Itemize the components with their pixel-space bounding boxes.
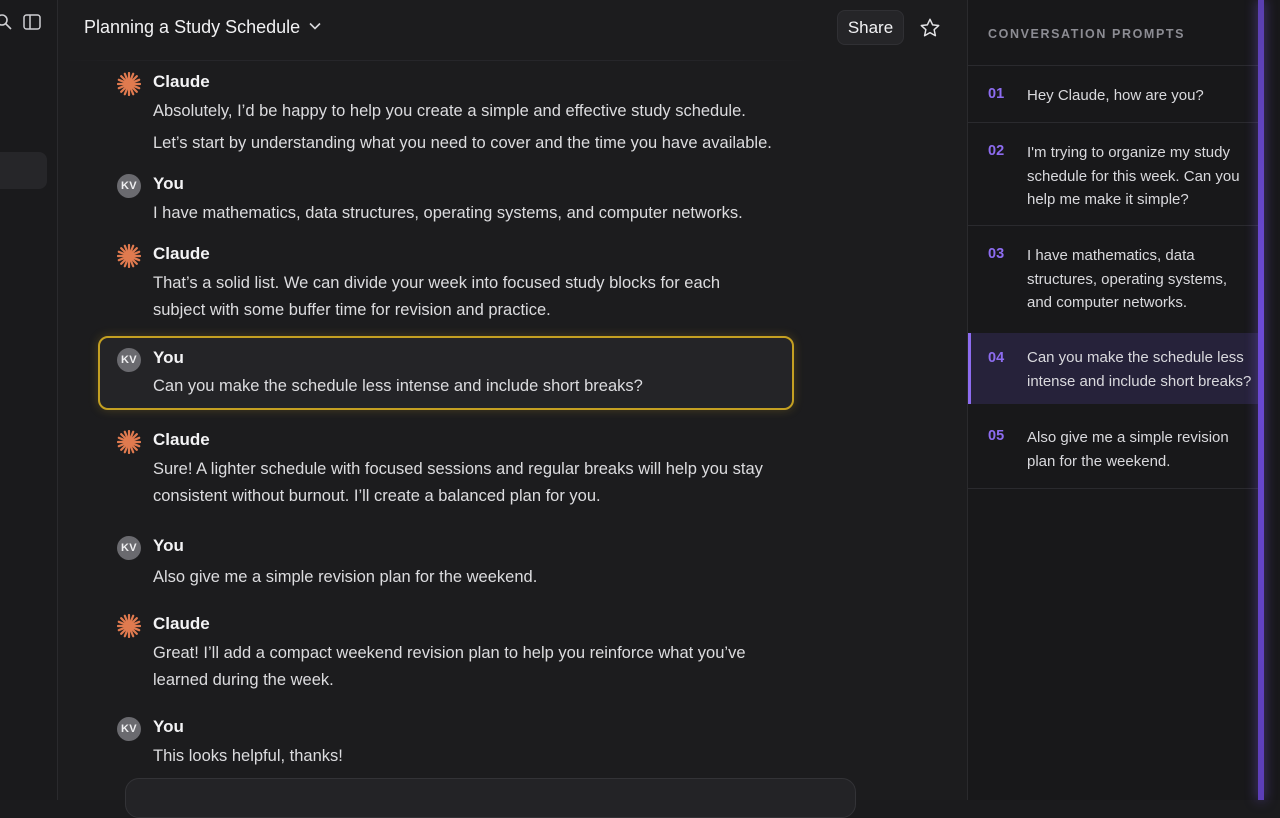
user-avatar: KV: [117, 348, 141, 372]
chat-topbar: Planning a Study Schedule Share: [58, 0, 967, 60]
chevron-down-icon: [308, 17, 322, 38]
chat-title-dropdown[interactable]: Planning a Study Schedule: [84, 17, 322, 38]
prompt-text: Hey Claude, how are you?: [1027, 87, 1204, 104]
user-avatar: KV: [117, 536, 141, 560]
prompt-number: 03: [988, 246, 1005, 262]
user-avatar: KV: [117, 717, 141, 741]
panel-divider: [968, 488, 1258, 489]
prompt-number: 05: [988, 428, 1005, 444]
claude-logo-icon: [117, 72, 141, 96]
message-author: You: [153, 536, 184, 555]
rail-selected-item[interactable]: [0, 152, 47, 189]
prompt-text: I have mathematics, data structures, ope…: [1027, 247, 1228, 311]
message-text: Can you make the schedule less intense a…: [153, 373, 793, 400]
panel-divider: [968, 65, 1258, 66]
message-author: Claude: [153, 244, 210, 263]
user-avatar: KV: [117, 174, 141, 198]
claude-logo-icon: [117, 244, 141, 268]
panel-heading: CONVERSATION PROMPTS: [988, 27, 1186, 41]
message-paragraph: I have mathematics, data structures, ope…: [153, 204, 743, 222]
prompt-item-03[interactable]: 03 I have mathematics, data structures, …: [968, 246, 1258, 332]
sidebar-toggle-icon[interactable]: [22, 12, 42, 32]
share-button[interactable]: Share: [837, 10, 904, 45]
message-paragraph: Sure! A lighter schedule with focused se…: [153, 460, 763, 505]
message-paragraph: Let’s start by understanding what you ne…: [153, 134, 772, 152]
claude-logo-icon: [117, 614, 141, 638]
prompt-text: Also give me a simple revision plan for …: [1027, 429, 1229, 470]
message-text: Great! I’ll add a compact weekend revisi…: [153, 640, 788, 694]
message-text: Absolutely, I’d be happy to help you cre…: [153, 98, 793, 157]
message-author: You: [153, 174, 184, 193]
message-author: You: [153, 717, 184, 736]
prompt-text: I'm trying to organize my study schedule…: [1027, 144, 1240, 208]
message-composer[interactable]: [125, 778, 856, 818]
prompt-item-01[interactable]: 01 Hey Claude, how are you?: [968, 86, 1258, 122]
chat-area: Planning a Study Schedule Share Claude A…: [58, 0, 967, 818]
message-text: Sure! A lighter schedule with focused se…: [153, 456, 763, 510]
left-rail: [0, 0, 58, 800]
prompt-text: Can you make the schedule less intense a…: [1027, 349, 1252, 390]
message-paragraph: Absolutely, I’d be happy to help you cre…: [153, 102, 746, 120]
message-paragraph: Great! I’ll add a compact weekend revisi…: [153, 644, 746, 689]
message-paragraph: Also give me a simple revision plan for …: [153, 568, 538, 586]
star-icon[interactable]: [918, 16, 942, 40]
prompt-number: 01: [988, 86, 1005, 102]
prompt-item-04[interactable]: 04 Can you make the schedule less intens…: [968, 333, 1258, 404]
prompt-item-05[interactable]: 05 Also give me a simple revision plan f…: [968, 428, 1258, 488]
message-text: Also give me a simple revision plan for …: [153, 564, 793, 591]
message-author: Claude: [153, 72, 210, 91]
panel-divider: [968, 225, 1258, 226]
message-author: You: [153, 348, 184, 367]
message-author: Claude: [153, 614, 210, 633]
message-paragraph: Can you make the schedule less intense a…: [153, 377, 643, 395]
panel-divider: [968, 122, 1258, 123]
message-paragraph: This looks helpful, thanks!: [153, 747, 343, 765]
prompt-item-02[interactable]: 02 I'm trying to organize my study sched…: [968, 143, 1258, 225]
conversation-prompts-panel: CONVERSATION PROMPTS 01 Hey Claude, how …: [967, 0, 1280, 800]
message-author: Claude: [153, 430, 210, 449]
message-text: That’s a solid list. We can divide your …: [153, 270, 773, 324]
active-accent-bar: [968, 333, 971, 404]
chat-title: Planning a Study Schedule: [84, 17, 301, 37]
prompt-number: 02: [988, 143, 1005, 159]
search-icon[interactable]: [0, 12, 14, 32]
topbar-divider: [58, 60, 813, 61]
message-text: This looks helpful, thanks!: [153, 743, 793, 770]
prompt-number: 04: [988, 350, 1005, 366]
claude-logo-icon: [117, 430, 141, 454]
message-text: I have mathematics, data structures, ope…: [153, 200, 793, 227]
message-paragraph: That’s a solid list. We can divide your …: [153, 274, 721, 319]
panel-glow-edge: [1258, 0, 1264, 800]
